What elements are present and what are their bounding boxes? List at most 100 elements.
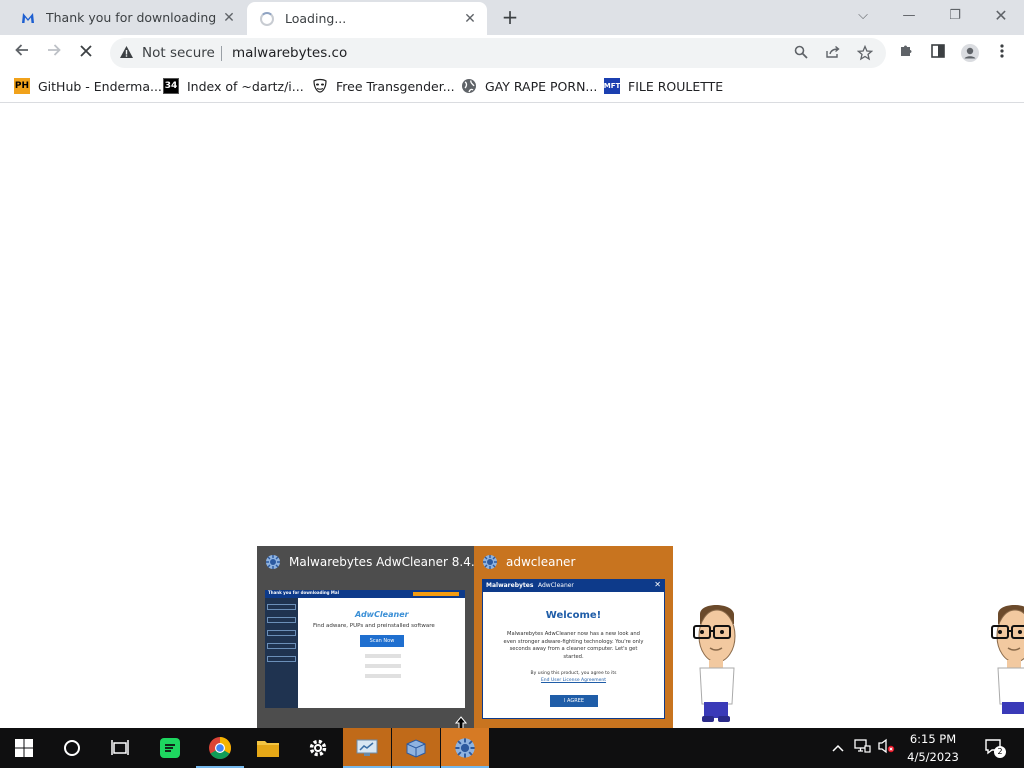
tab-title: Loading... bbox=[285, 11, 347, 26]
taskbar-app-presentation[interactable] bbox=[343, 728, 391, 768]
browser-menu-icon[interactable] bbox=[992, 43, 1012, 63]
thumb-sidebar bbox=[265, 598, 298, 708]
mft-icon: MFT bbox=[604, 78, 620, 94]
bookmark-free-transgender[interactable]: Free Transgender... bbox=[312, 76, 455, 96]
welcome-heading: Welcome! bbox=[545, 610, 602, 621]
preview-title-text: adwcleaner bbox=[506, 555, 576, 569]
bookmark-label: Free Transgender... bbox=[336, 78, 455, 94]
cartoon-character-hank bbox=[688, 600, 744, 726]
zoom-search-icon[interactable] bbox=[793, 45, 809, 61]
welcome-agree-button: I AGREE bbox=[550, 695, 598, 707]
close-icon: ✕ bbox=[654, 580, 661, 589]
bookmark-star-icon[interactable] bbox=[856, 44, 874, 61]
profile-avatar-icon[interactable] bbox=[960, 43, 980, 63]
thumb-header: Thank you for downloading Mal bbox=[265, 590, 465, 598]
installer-box-icon bbox=[406, 739, 426, 758]
globe-icon bbox=[461, 78, 477, 94]
browser-toolbar: Not secure malwarebytes.co bbox=[0, 35, 1024, 71]
cortana-circle-icon bbox=[64, 740, 80, 756]
clock-date: 4/5/2023 bbox=[907, 750, 959, 764]
extensions-puzzle-icon[interactable] bbox=[896, 43, 916, 63]
taskbar-adwcleaner[interactable] bbox=[441, 728, 489, 768]
security-label[interactable]: Not secure bbox=[142, 45, 215, 61]
gear-icon bbox=[309, 739, 327, 757]
show-hidden-icons-chevron-icon[interactable] bbox=[828, 738, 848, 758]
taskbar: 6:15 PM 4/5/2023 2 bbox=[0, 728, 1024, 768]
thumb-app-logo: AdwCleaner bbox=[355, 610, 409, 619]
chrome-icon bbox=[209, 737, 231, 759]
warning-icon[interactable] bbox=[118, 45, 134, 61]
bookmark-label: Index of ~dartz/i... bbox=[187, 78, 304, 94]
windows-logo-icon bbox=[15, 739, 33, 757]
close-tab-icon[interactable]: ✕ bbox=[222, 11, 236, 25]
tab-strip: Thank you for downloading Mal ✕ Loading.… bbox=[0, 0, 1024, 35]
minimize-button[interactable]: — bbox=[899, 6, 919, 26]
bookmark-gay-rape-porn[interactable]: GAY RAPE PORN... bbox=[461, 76, 597, 96]
welcome-eula-link: End User License Agreement bbox=[540, 678, 607, 683]
tab-search-icon[interactable]: ⌵ bbox=[853, 6, 873, 26]
stop-loading-button[interactable] bbox=[74, 41, 98, 65]
volume-muted-icon[interactable] bbox=[876, 738, 896, 758]
adwcleaner-icon bbox=[482, 554, 498, 570]
bookmark-label: GAY RAPE PORN... bbox=[485, 78, 598, 94]
divider bbox=[221, 46, 222, 61]
taskbar-file-explorer[interactable] bbox=[244, 728, 292, 768]
forward-button[interactable] bbox=[42, 41, 66, 65]
bookmark-label: GitHub - Enderma... bbox=[38, 78, 162, 94]
thumb-upgrade-bar bbox=[413, 592, 459, 596]
bookmark-icon-34: 34 bbox=[163, 78, 179, 94]
start-button[interactable] bbox=[0, 728, 48, 768]
welcome-body: Malwarebytes AdwCleaner now has a new lo… bbox=[503, 631, 644, 660]
bookmark-file-roulette[interactable]: MFT FILE ROULETTE bbox=[604, 76, 723, 96]
tab-title: Thank you for downloading Mal bbox=[46, 10, 216, 25]
welcome-product: AdwCleaner bbox=[538, 582, 574, 589]
monitor-app-icon bbox=[356, 739, 378, 756]
bookmark-github[interactable]: PH GitHub - Enderma... bbox=[14, 76, 162, 96]
clock-time: 6:15 PM bbox=[909, 732, 957, 746]
adwcleaner-welcome-thumbnail[interactable]: Malwarebytes AdwCleaner ✕ Welcome! Malwa… bbox=[482, 579, 665, 719]
taskbar-chrome[interactable] bbox=[196, 728, 244, 768]
preview-window-title[interactable]: adwcleaner bbox=[482, 554, 575, 570]
side-panel-icon[interactable] bbox=[928, 43, 948, 63]
taskbar-thumbnail-preview: Malwarebytes AdwCleaner 8.4.0 Thank you … bbox=[257, 546, 673, 728]
adwcleaner-main-thumbnail[interactable]: Thank you for downloading Mal AdwCleaner… bbox=[265, 590, 465, 708]
url-text[interactable]: malwarebytes.co bbox=[232, 45, 347, 61]
adwcleaner-icon bbox=[455, 738, 475, 758]
adwcleaner-icon bbox=[265, 554, 281, 570]
cartoon-character-hank-partial bbox=[986, 600, 1024, 714]
restore-button[interactable]: ❐ bbox=[945, 6, 965, 26]
close-tab-icon[interactable]: ✕ bbox=[463, 12, 477, 26]
thumb-tagline: Find adware, PUPs and preinstalled softw… bbox=[313, 623, 435, 629]
mask-icon bbox=[312, 78, 328, 94]
folder-icon bbox=[257, 741, 279, 757]
close-window-button[interactable]: ✕ bbox=[991, 6, 1011, 26]
tab-thank-you[interactable]: Thank you for downloading Mal ✕ bbox=[8, 0, 246, 35]
preview-window-title[interactable]: Malwarebytes AdwCleaner 8.4.0 bbox=[265, 554, 482, 570]
notification-count-badge: 2 bbox=[994, 746, 1006, 758]
address-bar[interactable]: Not secure malwarebytes.co bbox=[110, 38, 886, 68]
malwarebytes-logo-icon bbox=[20, 10, 36, 26]
taskbar-spotify-like-app[interactable] bbox=[146, 728, 194, 768]
preview-title-text: Malwarebytes AdwCleaner 8.4.0 bbox=[289, 555, 483, 569]
new-tab-button[interactable]: + bbox=[500, 6, 520, 28]
share-icon[interactable] bbox=[825, 45, 841, 61]
taskbar-clock[interactable]: 6:15 PM 4/5/2023 bbox=[900, 730, 966, 766]
taskbar-settings[interactable] bbox=[294, 728, 342, 768]
task-view-button[interactable] bbox=[96, 728, 144, 768]
welcome-brand: Malwarebytes bbox=[486, 582, 534, 589]
tab-loading[interactable]: Loading... ✕ bbox=[247, 2, 487, 35]
network-icon[interactable] bbox=[852, 738, 872, 758]
thumb-brand: Thank you for downloading Mal bbox=[268, 590, 339, 595]
taskbar-malwarebytes-installer[interactable] bbox=[392, 728, 440, 768]
ph-icon: PH bbox=[14, 78, 30, 94]
preview-selected-window[interactable]: adwcleaner Malwarebytes AdwCleaner ✕ Wel… bbox=[474, 546, 673, 728]
welcome-consent: By using this product, you agree to its bbox=[530, 671, 617, 676]
bookmark-index-of[interactable]: 34 Index of ~dartz/i... bbox=[163, 76, 304, 96]
search-button[interactable] bbox=[48, 728, 96, 768]
green-app-icon bbox=[160, 738, 180, 758]
bookmark-label: FILE ROULETTE bbox=[628, 78, 724, 94]
back-button[interactable] bbox=[10, 41, 34, 65]
thumb-scan-now-button: Scan Now bbox=[360, 635, 404, 647]
action-center-button[interactable]: 2 bbox=[982, 738, 1006, 758]
loading-spinner-icon bbox=[259, 11, 275, 27]
